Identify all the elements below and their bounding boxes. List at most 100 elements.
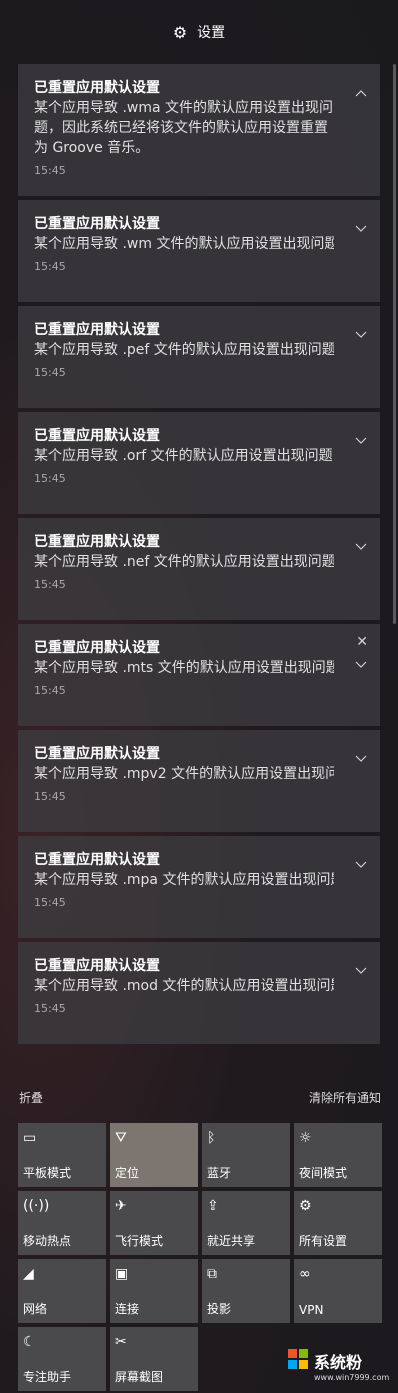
quick-action-tile[interactable]: ▭ 平板模式 bbox=[18, 1123, 106, 1187]
gear-icon: ⚙ bbox=[172, 22, 188, 42]
chevron-down-icon[interactable] bbox=[354, 540, 368, 554]
notification-title: 已重置应用默认设置 bbox=[34, 534, 160, 550]
quick-action-tile[interactable]: ∞ VPN bbox=[294, 1259, 382, 1323]
notification-title: 已重置应用默认设置 bbox=[34, 80, 160, 96]
quick-action-tile[interactable]: ⧉ 投影 bbox=[202, 1259, 290, 1323]
notification-time: 15:45 bbox=[34, 790, 66, 803]
chevron-down-icon[interactable] bbox=[354, 858, 368, 872]
notification-body: 某个应用导致 .mts 文件的默认应用设置出现问题 bbox=[34, 660, 334, 676]
settings-icon: ⚙ bbox=[299, 1198, 312, 1214]
quick-action-label: 所有设置 bbox=[299, 1234, 348, 1248]
chevron-down-icon[interactable] bbox=[354, 328, 368, 342]
quick-action-label: 屏幕截图 bbox=[115, 1370, 164, 1384]
chevron-up-icon[interactable] bbox=[354, 86, 368, 100]
actions-bar: 折叠 清除所有通知 bbox=[0, 1085, 398, 1109]
moon-icon: ☾ bbox=[23, 1334, 36, 1350]
bluetooth-icon: ᛒ bbox=[207, 1130, 216, 1146]
quick-action-label: 平板模式 bbox=[23, 1166, 72, 1180]
quick-action-label: 蓝牙 bbox=[207, 1166, 232, 1180]
chevron-down-icon[interactable] bbox=[354, 222, 368, 236]
notification-card[interactable]: 已重置应用默认设置某个应用导致 .mpa 文件的默认应用设置出现问题 15:45 bbox=[18, 836, 380, 938]
quick-action-tile[interactable]: ◢ 网络 bbox=[18, 1259, 106, 1323]
notification-card[interactable]: 已重置应用默认设置某个应用导致 .pef 文件的默认应用设置出现问题 15:45 bbox=[18, 306, 380, 408]
notification-time: 15:45 bbox=[34, 1002, 66, 1015]
notification-list: 已重置应用默认设置某个应用导致 .wma 文件的默认应用设置出现问题，因此系统已… bbox=[18, 64, 380, 1048]
quick-action-tile[interactable]: ᛒ 蓝牙 bbox=[202, 1123, 290, 1187]
notification-time: 15:45 bbox=[34, 260, 66, 273]
notification-card[interactable]: 已重置应用默认设置某个应用导致 .nef 文件的默认应用设置出现问题 15:45 bbox=[18, 518, 380, 620]
quick-action-label: 定位 bbox=[115, 1166, 140, 1180]
notification-title: 已重置应用默认设置 bbox=[34, 216, 160, 232]
chevron-down-icon[interactable] bbox=[354, 752, 368, 766]
notification-body: 某个应用导致 .wma 文件的默认应用设置出现问题，因此系统已经将该文件的默认应… bbox=[34, 100, 334, 156]
watermark-text: 系统粉 bbox=[314, 1353, 363, 1372]
action-center-header[interactable]: ⚙ 设置 bbox=[0, 0, 398, 64]
notification-title: 已重置应用默认设置 bbox=[34, 322, 160, 338]
airplane-icon: ✈ bbox=[115, 1198, 127, 1214]
quick-action-tile[interactable]: ✂ 屏幕截图 bbox=[110, 1327, 198, 1391]
snip-icon: ✂ bbox=[115, 1334, 127, 1350]
vpn-icon: ∞ bbox=[299, 1266, 311, 1282]
chevron-down-icon[interactable] bbox=[354, 434, 368, 448]
brightness-icon: ☼ bbox=[299, 1130, 312, 1146]
notification-card[interactable]: 已重置应用默认设置某个应用导致 .wma 文件的默认应用设置出现问题，因此系统已… bbox=[18, 64, 380, 196]
hotspot-icon: ((·)) bbox=[23, 1198, 50, 1214]
notification-time: 15:45 bbox=[34, 578, 66, 591]
quick-action-label: VPN bbox=[299, 1303, 324, 1317]
notification-time: 15:45 bbox=[34, 366, 66, 379]
quick-action-tile[interactable]: ⇪ 就近共享 bbox=[202, 1191, 290, 1255]
notification-card[interactable]: 已重置应用默认设置某个应用导致 .wm 文件的默认应用设置出现问题 15:45 bbox=[18, 200, 380, 302]
notification-card[interactable]: 已重置应用默认设置某个应用导致 .orf 文件的默认应用设置出现问题 15:45 bbox=[18, 412, 380, 514]
notification-title: 已重置应用默认设置 bbox=[34, 958, 160, 974]
quick-action-label: 移动热点 bbox=[23, 1234, 72, 1248]
notification-title: 已重置应用默认设置 bbox=[34, 746, 160, 762]
chevron-down-icon[interactable] bbox=[354, 658, 368, 672]
notification-time: 15:45 bbox=[34, 472, 66, 485]
tablet-mode-icon: ▭ bbox=[23, 1130, 37, 1146]
project-icon: ⧉ bbox=[207, 1266, 217, 1282]
quick-action-label: 投影 bbox=[207, 1302, 232, 1316]
scrollbar[interactable] bbox=[393, 64, 396, 624]
quick-action-tile[interactable]: ((·)) 移动热点 bbox=[18, 1191, 106, 1255]
notification-body: 某个应用导致 .mpv2 文件的默认应用设置出现问题 bbox=[34, 766, 334, 782]
quick-action-label: 专注助手 bbox=[23, 1370, 72, 1384]
notification-body: 某个应用导致 .mod 文件的默认应用设置出现问题 bbox=[34, 978, 334, 994]
share-icon: ⇪ bbox=[207, 1198, 219, 1214]
close-icon[interactable]: ✕ bbox=[356, 634, 368, 650]
notification-title: 已重置应用默认设置 bbox=[34, 852, 160, 868]
quick-action-label: 就近共享 bbox=[207, 1234, 256, 1248]
location-icon: ⛛ bbox=[115, 1130, 127, 1146]
notification-body: 某个应用导致 .pef 文件的默认应用设置出现问题 bbox=[34, 342, 334, 358]
quick-action-tile[interactable]: ⛛ 定位 bbox=[110, 1123, 198, 1187]
notification-body: 某个应用导致 .nef 文件的默认应用设置出现问题 bbox=[34, 554, 334, 570]
clear-all-notifications-link[interactable]: 清除所有通知 bbox=[309, 1089, 381, 1106]
connect-icon: ▣ bbox=[115, 1266, 129, 1282]
quick-action-tile[interactable]: ☼ 夜间模式 bbox=[294, 1123, 382, 1187]
quick-action-label: 夜间模式 bbox=[299, 1166, 348, 1180]
network-icon: ◢ bbox=[23, 1266, 34, 1282]
notification-title: 已重置应用默认设置 bbox=[34, 640, 160, 656]
notification-card[interactable]: 已重置应用默认设置某个应用导致 .mpv2 文件的默认应用设置出现问题 15:45 bbox=[18, 730, 380, 832]
windows-logo-icon bbox=[288, 1349, 308, 1369]
notification-body: 某个应用导致 .orf 文件的默认应用设置出现问题 bbox=[34, 448, 333, 464]
quick-action-tile[interactable]: ▣ 连接 bbox=[110, 1259, 198, 1323]
notification-time: 15:45 bbox=[34, 164, 66, 177]
notification-card[interactable]: 已重置应用默认设置某个应用导致 .mts 文件的默认应用设置出现问题 15:45 ✕ bbox=[18, 624, 380, 726]
watermark-url: www.win7999.com bbox=[314, 1373, 390, 1382]
quick-action-label: 飞行模式 bbox=[115, 1234, 164, 1248]
chevron-down-icon[interactable] bbox=[354, 964, 368, 978]
quick-action-tile[interactable]: ✈ 飞行模式 bbox=[110, 1191, 198, 1255]
notification-body: 某个应用导致 .mpa 文件的默认应用设置出现问题 bbox=[34, 872, 334, 888]
notification-title: 已重置应用默认设置 bbox=[34, 428, 160, 444]
notification-card[interactable]: 已重置应用默认设置某个应用导致 .mod 文件的默认应用设置出现问题 15:45 bbox=[18, 942, 380, 1044]
collapse-link[interactable]: 折叠 bbox=[19, 1089, 43, 1106]
quick-action-label: 网络 bbox=[23, 1302, 48, 1316]
notification-time: 15:45 bbox=[34, 684, 66, 697]
quick-action-tile[interactable]: ☾ 专注助手 bbox=[18, 1327, 106, 1391]
header-title: 设置 bbox=[197, 25, 226, 41]
quick-action-tile[interactable]: ⚙ 所有设置 bbox=[294, 1191, 382, 1255]
notification-time: 15:45 bbox=[34, 896, 66, 909]
quick-action-label: 连接 bbox=[115, 1302, 140, 1316]
watermark: 系统粉 www.win7999.com bbox=[288, 1349, 389, 1389]
notification-body: 某个应用导致 .wm 文件的默认应用设置出现问题 bbox=[34, 236, 334, 252]
